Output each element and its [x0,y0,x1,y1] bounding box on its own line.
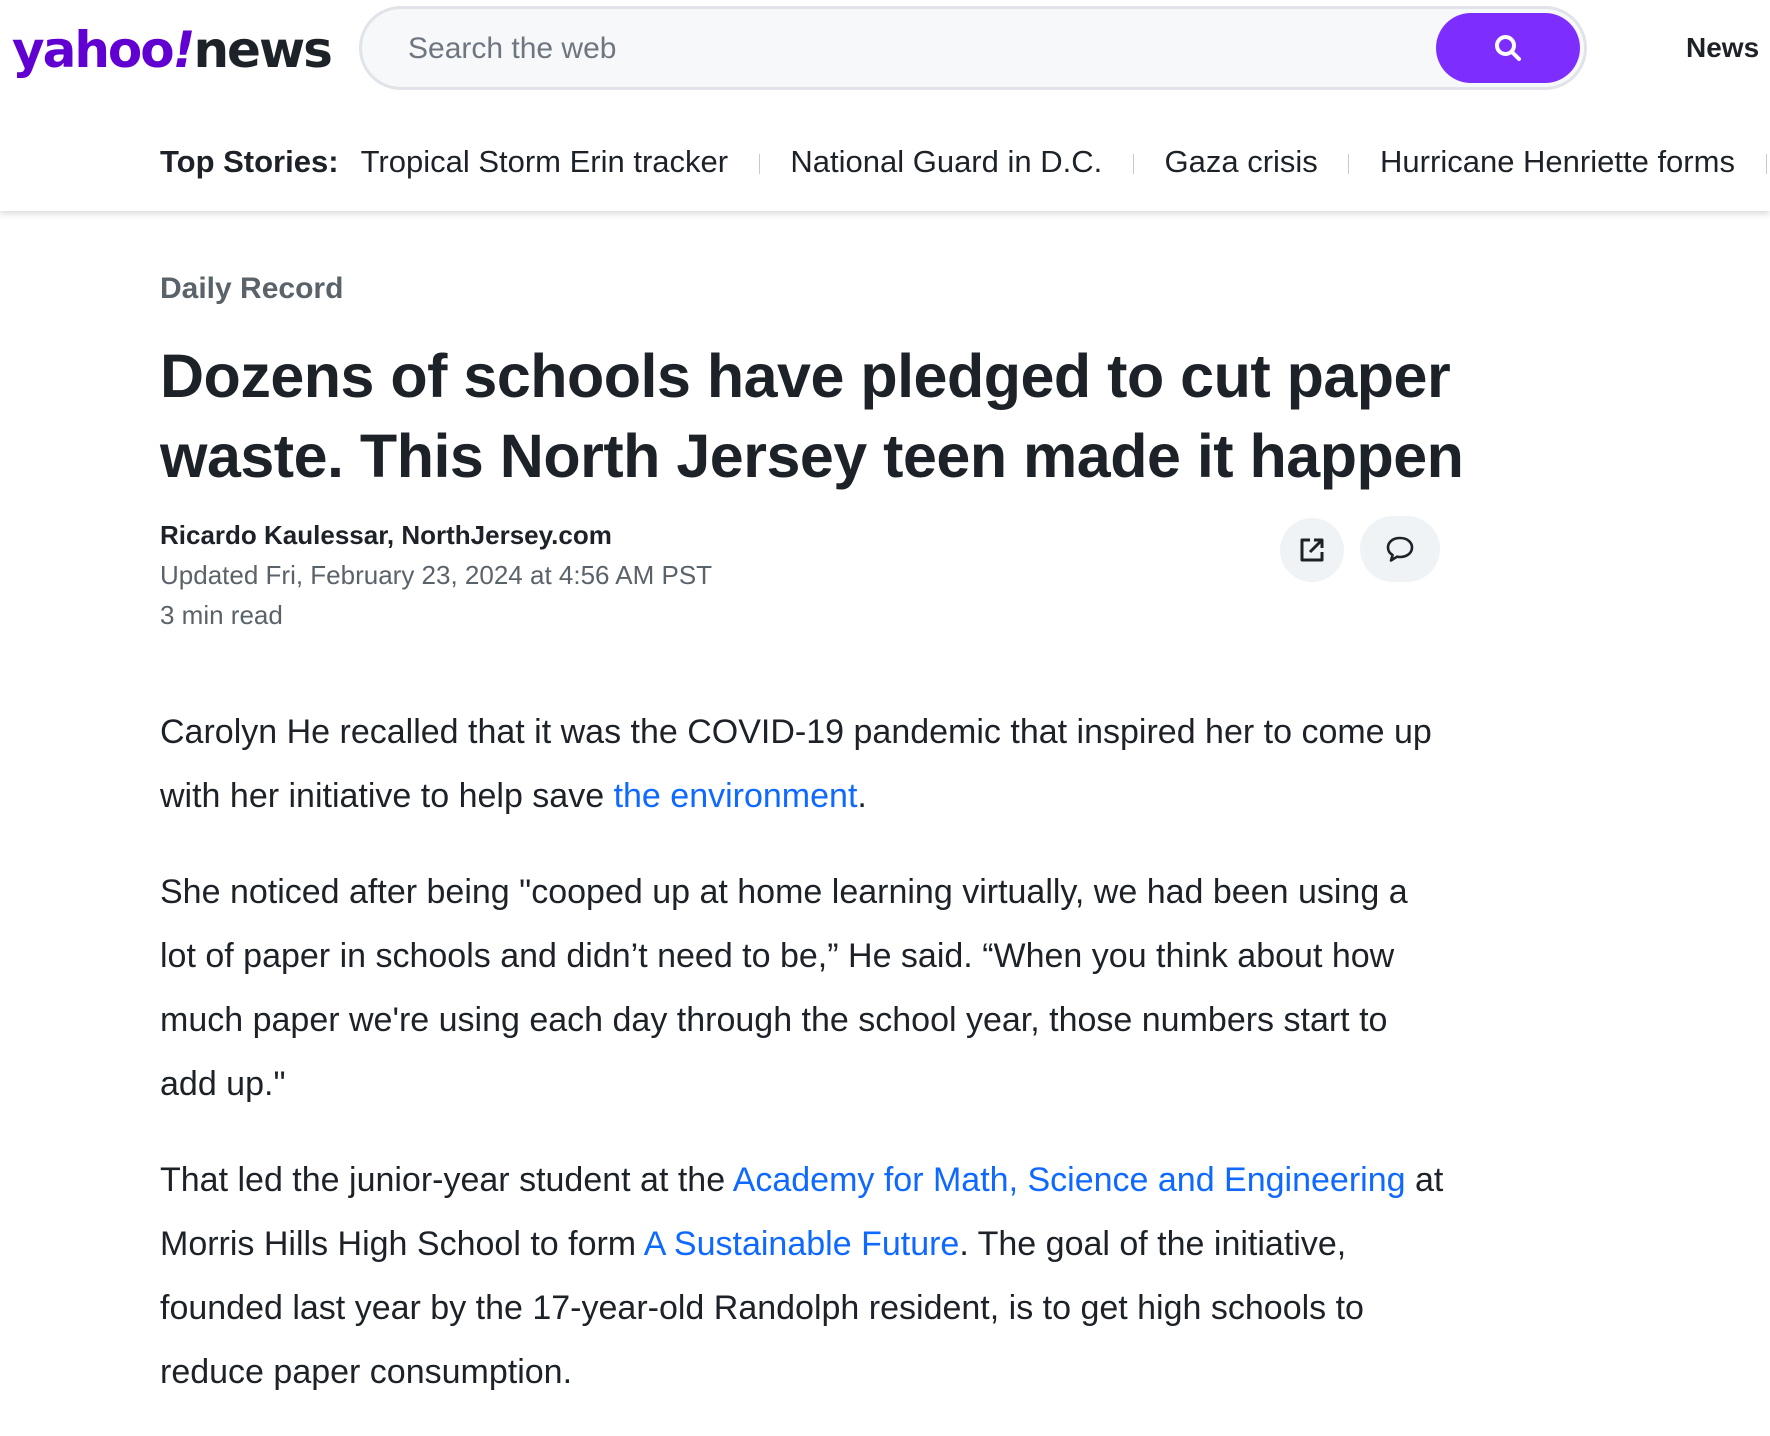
search-input[interactable] [406,23,1370,75]
logo-bang: ! [172,21,196,79]
search-button[interactable] [1436,13,1580,83]
top-story-link[interactable]: Hurricane Henriette forms [1380,144,1735,179]
comments-button[interactable] [1360,516,1440,582]
article-read-time: 3 min read [160,600,283,630]
paragraph-text: She noticed after being "cooped up at ho… [160,873,1408,1103]
search-icon [1495,35,1521,61]
article-paragraph: Carolyn He recalled that it was the COVI… [160,700,1450,828]
top-story-link[interactable]: National Guard in D.C. [790,144,1102,179]
separator [1132,153,1134,174]
paragraph-text: . [857,777,867,815]
comment-icon [1386,536,1414,562]
logo-brand: yahoo [12,21,175,79]
yahoo-news-logo[interactable]: yahoo!news [12,18,333,82]
article-updated-time: Updated Fri, February 23, 2024 at 4:56 A… [160,560,713,590]
environment-link[interactable]: the environment [614,777,858,815]
top-stories-label: Top Stories: [160,144,339,179]
top-stories-bar: Top Stories: Tropical Storm Erin tracker… [160,140,1770,184]
article-byline: Ricardo Kaulessar, NorthJersey.com [160,520,612,550]
article-headline: Dozens of schools have pledged to cut pa… [160,342,1464,490]
nav-news-link[interactable]: News [1686,32,1759,64]
sustainable-future-link[interactable]: A Sustainable Future [644,1225,960,1263]
separator [758,153,760,174]
share-button[interactable] [1280,518,1344,582]
article-paragraph: That led the junior-year student at the … [160,1148,1450,1404]
top-story-link[interactable]: Tropical Storm Erin tracker [361,144,729,179]
share-external-icon [1300,538,1324,562]
top-story-link[interactable]: Gaza crisis [1164,144,1317,179]
separator [1348,153,1350,174]
article-body: Carolyn He recalled that it was the COVI… [160,700,1450,1436]
site-header: yahoo!news News Top Stories: Tropical St… [0,0,1770,211]
separator [1765,153,1767,174]
search-bar [359,6,1587,90]
paragraph-text: That led the junior-year student at the [160,1161,733,1199]
article-source[interactable]: Daily Record [160,272,343,306]
article-paragraph: She noticed after being "cooped up at ho… [160,860,1450,1116]
logo-section: news [193,21,332,79]
academy-link[interactable]: Academy for Math, Science and Engineerin… [733,1161,1406,1199]
